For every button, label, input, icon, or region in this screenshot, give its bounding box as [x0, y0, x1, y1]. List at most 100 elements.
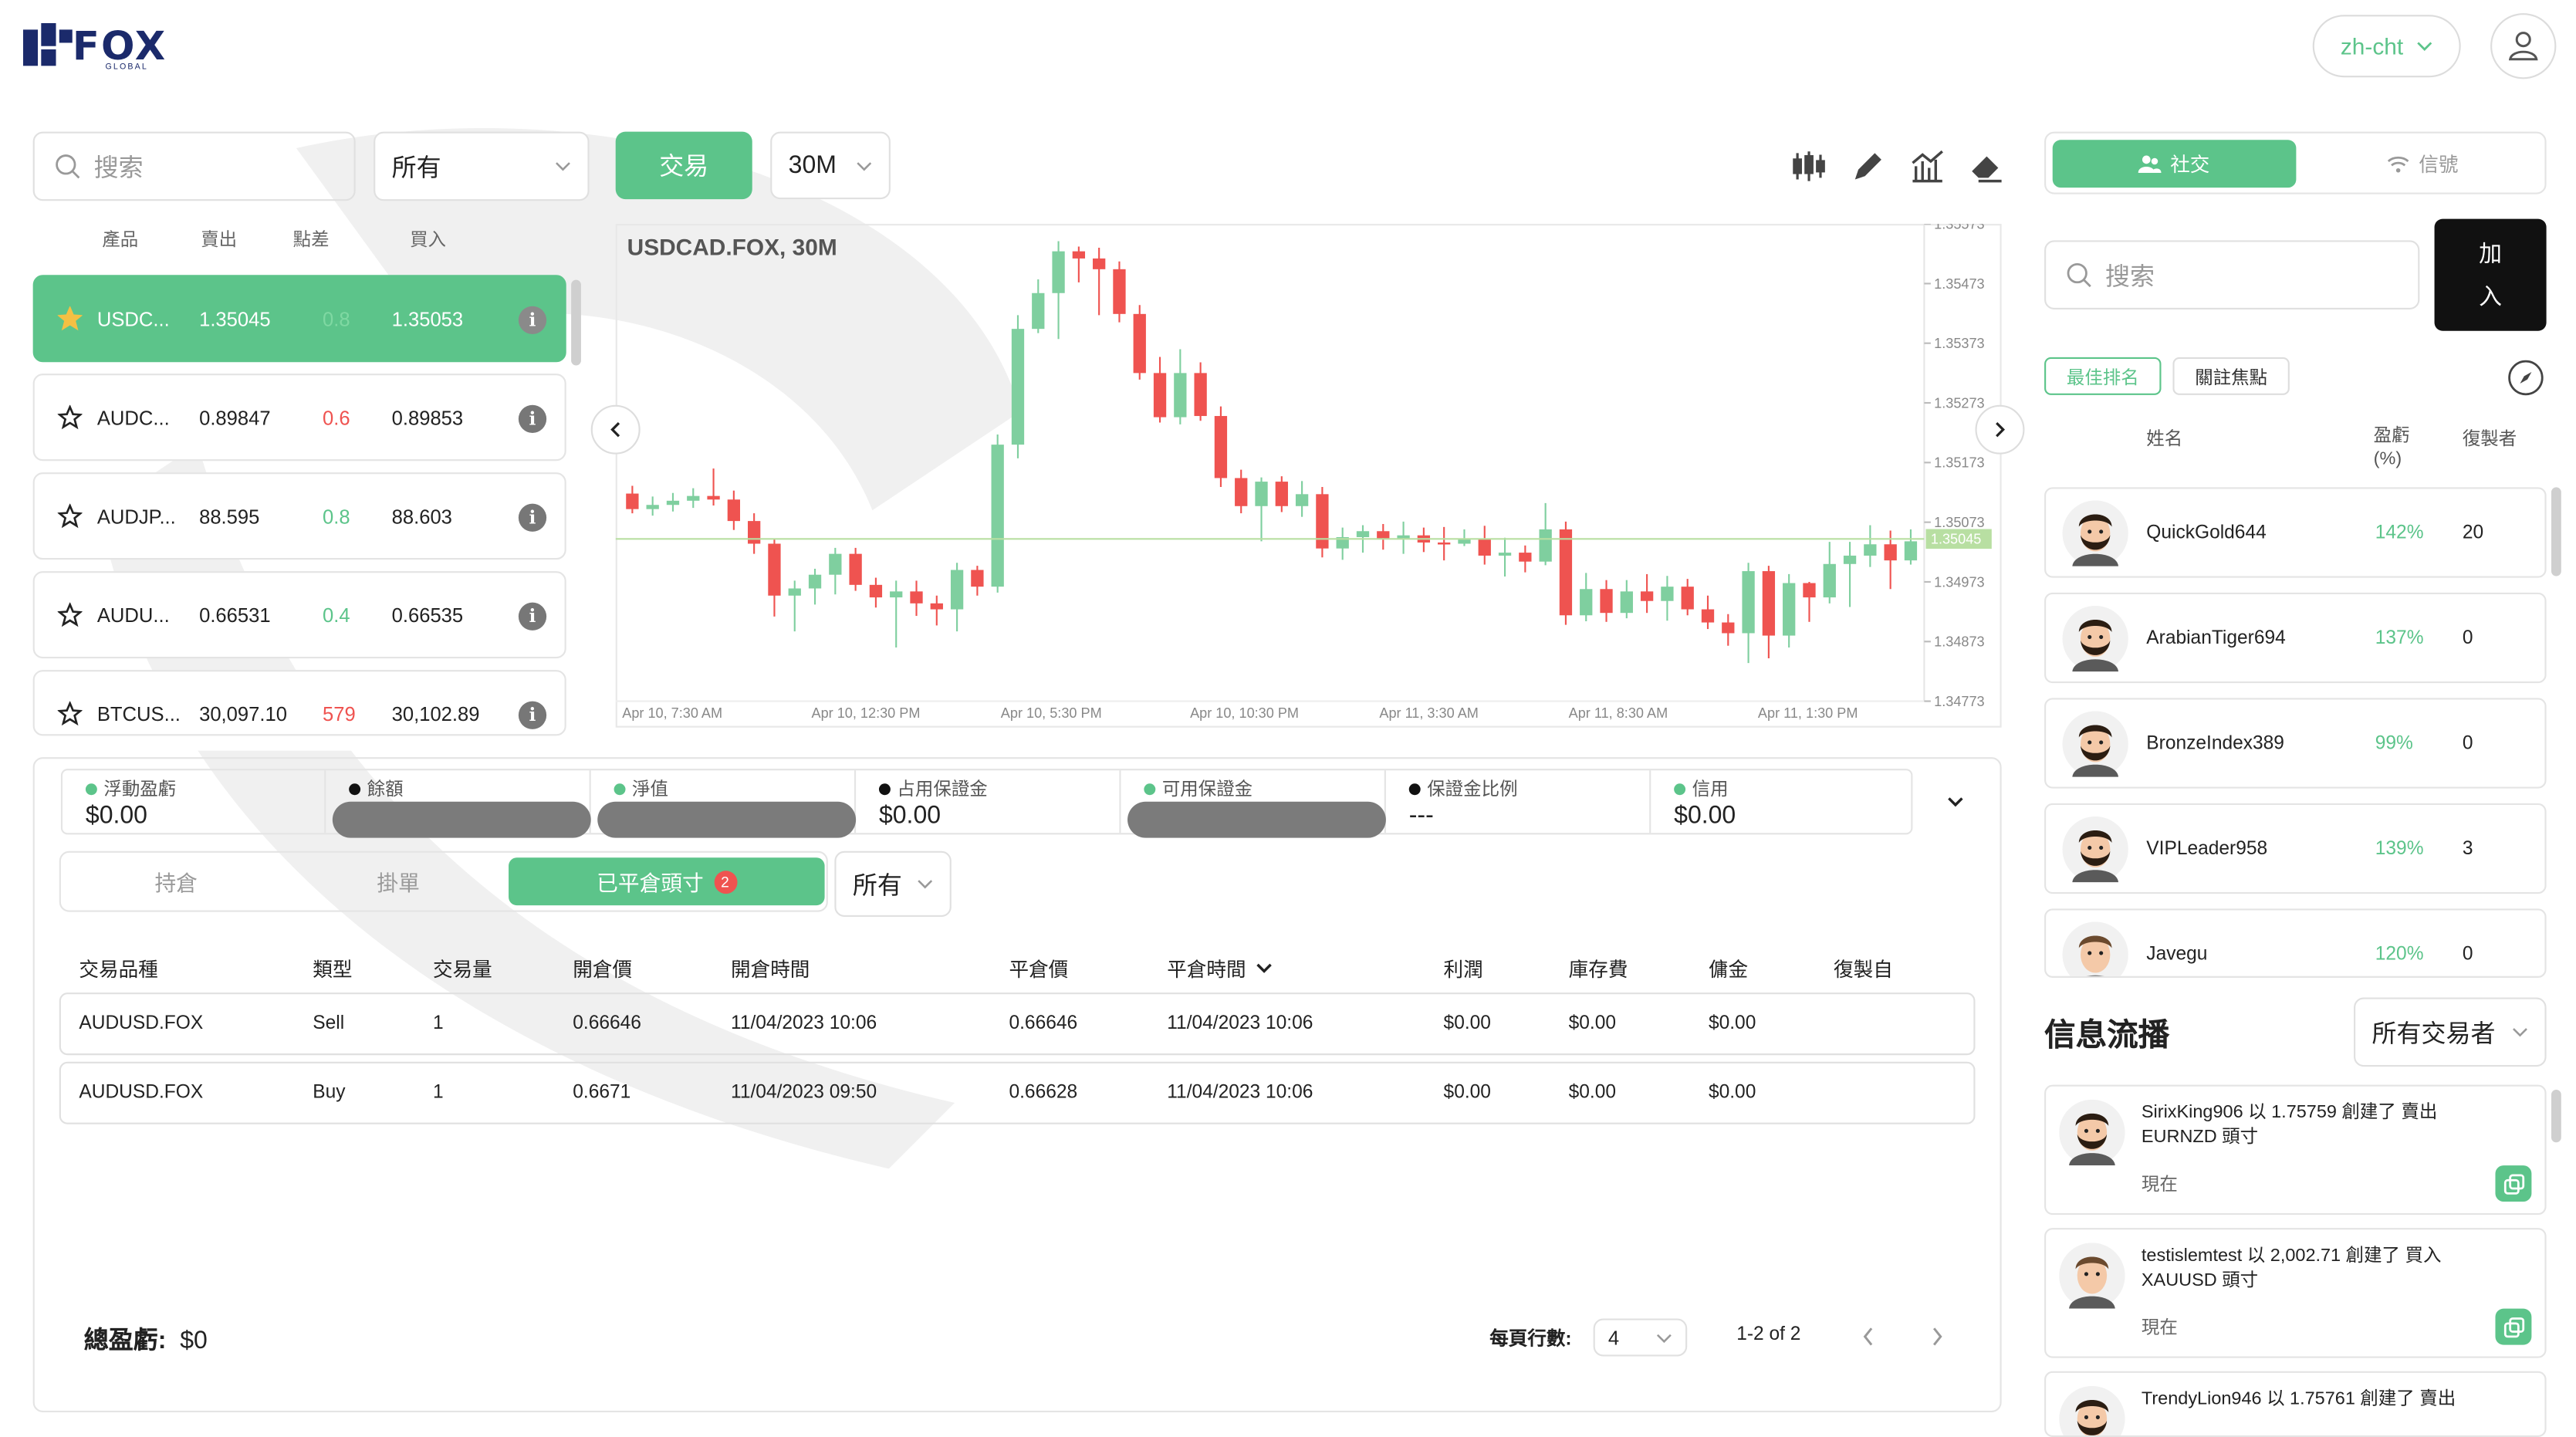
- account-field-value: ---: [1408, 801, 1434, 830]
- copy-trade-button[interactable]: [2495, 1308, 2532, 1345]
- col-trader-name: 姓名: [2146, 429, 2183, 450]
- user-account-button[interactable]: [2490, 13, 2557, 79]
- star-outline-icon[interactable]: [57, 404, 83, 430]
- tab-signals-label: 信號: [2419, 153, 2459, 177]
- chart-scroll-right-button[interactable]: [1975, 404, 2025, 455]
- table-row[interactable]: AUDUSD.FOX Sell 1 0.66646 11/04/2023 10:06 0.…: [59, 992, 1976, 1056]
- table-cell: 1: [432, 1083, 444, 1104]
- positions-filter-select[interactable]: 所有: [834, 850, 952, 918]
- account-field-label-text: 餘額: [367, 779, 404, 800]
- tab-signals[interactable]: 信號: [2301, 140, 2545, 188]
- users-icon: [2138, 154, 2162, 172]
- tab-social[interactable]: 社交: [2052, 140, 2297, 188]
- trader-list-scrollbar[interactable]: [2551, 487, 2561, 576]
- trader-card[interactable]: QuickGold644 142% 20: [2044, 487, 2547, 578]
- table-column-header: 平倉時間: [1167, 958, 1246, 982]
- feed-text: TrendyLion946 以 1.75761 創建了 賣出: [2141, 1389, 2456, 1409]
- trader-search-input[interactable]: 搜索: [2044, 240, 2420, 309]
- candle-body: [930, 603, 943, 610]
- trade-button[interactable]: 交易: [615, 131, 752, 200]
- chart-scroll-left-button[interactable]: [590, 404, 641, 455]
- pencil-icon[interactable]: [1848, 147, 1888, 186]
- copy-trade-button[interactable]: [2495, 1165, 2532, 1202]
- eraser-icon[interactable]: [1967, 147, 2006, 186]
- trader-card[interactable]: Javegu 120% 0: [2044, 908, 2547, 978]
- prev-page-icon[interactable]: [1860, 1327, 1876, 1347]
- table-cell: $0.00: [1708, 1083, 1756, 1104]
- tab-pending-orders[interactable]: 掛單: [292, 853, 505, 911]
- sort-desc-icon[interactable]: [1256, 959, 1272, 975]
- info-icon[interactable]: i: [518, 602, 547, 631]
- tab-open-positions[interactable]: 持倉: [61, 853, 292, 911]
- candle-body: [1884, 544, 1897, 561]
- product-card[interactable]: USDC... 1.35045 0.8 1.35053 i: [32, 275, 566, 363]
- candle-body: [1762, 571, 1776, 636]
- feed-item[interactable]: TrendyLion946 以 1.75761 創建了 賣出: [2044, 1371, 2547, 1437]
- candle-body: [788, 588, 801, 596]
- chevron-down-icon: [857, 161, 872, 171]
- candle-body: [1823, 563, 1836, 598]
- chip-top-ranked[interactable]: 最佳排名: [2044, 357, 2162, 395]
- account-field-label: 保證金比例: [1408, 776, 1518, 802]
- info-icon[interactable]: i: [518, 306, 547, 334]
- product-card[interactable]: AUDU... 0.66531 0.4 0.66535 i: [32, 571, 566, 659]
- feed-filter-select[interactable]: 所有交易者: [2354, 997, 2547, 1067]
- timeframe-select[interactable]: 30M: [770, 131, 891, 200]
- candle-body: [1478, 538, 1491, 556]
- tab-closed-positions[interactable]: 已平倉頭寸 2: [509, 857, 825, 906]
- table-column-header: 開倉價: [573, 958, 633, 982]
- candle-body: [646, 505, 659, 509]
- trader-card[interactable]: ArabianTiger694 137% 0: [2044, 592, 2547, 684]
- feed-item[interactable]: testislemtest 以 2,002.71 創建了 買入 XAUUSD 頭…: [2044, 1228, 2547, 1358]
- trade-button-label: 交易: [659, 153, 709, 181]
- expand-summary-chevron-icon[interactable]: [1946, 792, 1966, 812]
- candle-body: [707, 495, 720, 500]
- candle-body: [910, 591, 923, 604]
- y-tick-label: 1.35073: [1934, 515, 1984, 530]
- feed-text: SirixKing906 以 1.75759 創建了 賣出 EURNZD 頭寸: [2141, 1103, 2438, 1148]
- chip-following[interactable]: 關註焦點: [2172, 357, 2290, 395]
- star-outline-icon[interactable]: [57, 503, 83, 529]
- candle-body: [1661, 587, 1674, 601]
- feed-item[interactable]: SirixKing906 以 1.75759 創建了 賣出 EURNZD 頭寸現…: [2044, 1084, 2547, 1216]
- table-cell: $0.00: [1708, 1013, 1756, 1034]
- trader-pnl: 142%: [2375, 523, 2424, 543]
- star-outline-icon[interactable]: [57, 701, 83, 726]
- feed-scrollbar[interactable]: [2551, 1089, 2561, 1143]
- product-spread: 0.4: [323, 604, 350, 627]
- info-icon[interactable]: i: [518, 701, 547, 729]
- x-tick-label: Apr 11, 3:30 AM: [1379, 705, 1479, 721]
- product-search-input[interactable]: 搜索: [32, 131, 356, 201]
- star-filled-icon[interactable]: [57, 306, 83, 331]
- candle-body: [1052, 251, 1065, 293]
- brand-logo[interactable]: FOX GLOBAL: [22, 20, 165, 73]
- account-field-value: $0.00: [1674, 801, 1736, 830]
- next-page-icon[interactable]: [1929, 1327, 1946, 1347]
- join-button[interactable]: 加 入: [2434, 218, 2547, 331]
- table-row[interactable]: AUDUSD.FOX Buy 1 0.6671 11/04/2023 09:50 0.66…: [59, 1061, 1976, 1124]
- product-symbol: BTCUS...: [96, 702, 181, 726]
- col-product: 產品: [102, 230, 139, 251]
- join-label-1: 加: [2479, 240, 2503, 267]
- info-icon[interactable]: i: [518, 503, 547, 532]
- col-trader-copiers: 復製者: [2462, 429, 2517, 450]
- product-card[interactable]: BTCUS... 30,097.10 579 30,102.89 i: [32, 670, 566, 736]
- product-list-scrollbar[interactable]: [571, 279, 581, 366]
- product-spread: 0.8: [323, 505, 350, 529]
- account-field: 浮動盈虧 $0.00: [63, 770, 326, 833]
- indicators-icon[interactable]: [1908, 147, 1947, 186]
- product-card[interactable]: AUDJP... 88.595 0.8 88.603 i: [32, 472, 566, 560]
- product-symbol: AUDC...: [96, 406, 170, 430]
- rows-per-page-select[interactable]: 4: [1593, 1318, 1688, 1357]
- product-card[interactable]: AUDC... 0.89847 0.6 0.89853 i: [32, 374, 566, 462]
- info-icon[interactable]: i: [518, 404, 547, 433]
- account-field-label: 浮動盈虧: [85, 776, 176, 802]
- trader-card[interactable]: BronzeIndex389 99% 0: [2044, 698, 2547, 789]
- language-selector[interactable]: zh-cht: [2312, 15, 2461, 78]
- tab-social-label: 社交: [2170, 153, 2210, 177]
- candlestick-style-icon[interactable]: [1789, 147, 1828, 186]
- trader-card[interactable]: VIPLeader958 139% 3: [2044, 803, 2547, 894]
- compass-icon[interactable]: [2507, 359, 2544, 397]
- star-outline-icon[interactable]: [57, 602, 83, 627]
- product-filter-select[interactable]: 所有: [374, 131, 590, 201]
